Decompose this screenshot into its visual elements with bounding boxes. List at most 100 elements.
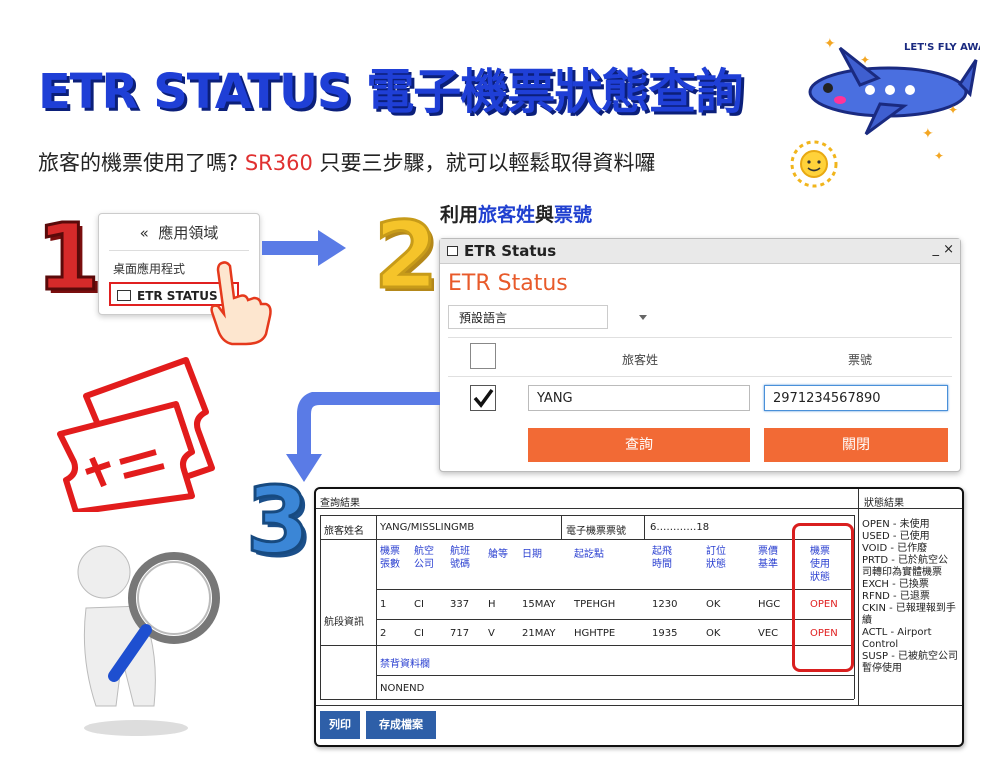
window-controls[interactable]: _ × [932,242,954,257]
legend-item: OPEN - 未使用 [862,519,930,530]
etr-status-window: ETR Status _ × ETR Status 預設語言 旅客姓 票號 YA… [439,238,961,472]
status-legend: OPEN - 未使用 USED - 已使用 VOID - 已作廢 PRTD - … [862,519,958,675]
col-header: 起飛時間 [652,546,672,570]
col-header: 機票張數 [380,546,400,570]
legend-item: PRTD - 已於航空公司轉印為實體機票 [862,555,949,578]
window-icon [117,290,131,301]
query-button[interactable]: 查詢 [528,428,750,462]
row1-booking-status: OK [706,599,721,610]
lead-mid: 與 [535,204,555,226]
menu-header[interactable]: « 應用領域 [99,222,259,243]
col-header: 起訖點 [574,549,604,560]
checkmark-icon [473,388,494,408]
label-status-result: 狀態結果 [864,498,904,509]
divider [320,515,321,699]
row1-airline: CI [414,599,424,610]
status-column-highlight [792,523,854,672]
print-button[interactable]: 列印 [320,711,360,739]
svg-text:✦: ✦ [860,53,870,67]
divider [644,515,645,539]
label-passenger-name: 旅客姓名 [324,526,364,537]
divider [376,589,854,590]
star-icon: ✦ ✦ ✦ ✦ ✦ [824,36,958,163]
col-header: 航空公司 [414,546,434,570]
hand-pointer-icon [210,261,272,346]
step-one-number: 1 [34,204,101,311]
arrow-right-icon [262,230,346,266]
window-title: ETR Status [464,242,557,260]
row1-count: 1 [380,599,387,610]
legend-item: VOID - 已作廢 [862,543,928,554]
endorsement-value: NONEND [380,683,425,694]
legend-item: ACTL - Airport Control [862,627,932,650]
step-two-number: 2 [372,202,439,309]
lead-pre: 利用 [440,204,479,226]
col-header: 票價基準 [758,546,778,570]
row2-route: HGHTPE [574,628,616,639]
row2-fare-basis: VEC [758,628,779,639]
svg-text:✦: ✦ [922,126,934,142]
step2-instruction: 利用旅客姓與票號 [440,200,592,227]
legend-item: SUSP - 已被航空公司暫停使用 [862,651,959,674]
col-header: 日期 [522,549,542,560]
language-select[interactable]: 預設語言 [448,305,647,329]
column-header-ticket: 票號 [848,353,873,367]
passenger-name-value: YANG/MISSLINGMB [380,522,475,533]
close-button[interactable]: 關閉 [764,428,948,462]
col-header: 訂位狀態 [706,546,726,570]
row-checkbox[interactable] [470,385,496,411]
ticket-icon [57,357,215,512]
column-header-surname: 旅客姓 [622,353,659,367]
svg-text:✦: ✦ [948,103,958,117]
row2-class: V [488,628,495,639]
row1-route: TPEHGH [574,599,616,610]
svg-text:✦: ✦ [934,149,944,163]
window-icon [447,246,458,256]
row2-count: 2 [380,628,387,639]
menu-divider [109,250,249,251]
select-all-checkbox[interactable] [470,343,496,369]
divider [320,539,854,540]
legend-item: RFND - 已退票 [862,591,930,602]
surname-input[interactable]: YANG [528,385,750,411]
chevron-down-icon [639,315,647,320]
row2-booking-status: OK [706,628,721,639]
row1-class: H [488,599,496,610]
divider [320,645,854,646]
step-three-number: 3 [244,467,311,574]
legend-item: EXCH - 已換票 [862,579,929,590]
ticket-number-input[interactable]: 2971234567890 [764,385,948,411]
row2-airline: CI [414,628,424,639]
divider [858,489,859,705]
table-header-row [448,337,952,377]
label-endorsement: 禁背資料欄 [380,659,430,670]
row2-flight: 717 [450,628,470,639]
page-subtitle: 旅客的機票使用了嗎? SR360 只要三步驟，就可以輕鬆取得資料囉 [38,147,656,177]
double-chevron-left-icon: « [139,224,149,242]
legend-item: USED - 已使用 [862,531,930,542]
magnifying-glass-icon [77,545,220,736]
label-result: 查詢結果 [320,498,360,509]
save-file-button[interactable]: 存成檔案 [366,711,436,739]
language-select-value: 預設語言 [459,311,508,325]
divider [316,508,858,509]
label-eticket-number: 電子機票票號 [566,526,626,537]
subtitle-code: SR360 [244,151,313,175]
divider [561,515,562,539]
subtitle-post: 只要三步驟，就可以輕鬆取得資料囉 [319,151,656,175]
etr-result-panel: 查詢結果 狀態結果 旅客姓名 YANG/MISSLINGMB 電子機票票號 6…… [314,487,964,747]
row1-date: 15MAY [522,599,556,610]
page-title: ETR STATUS 電子機票狀態查詢 [38,64,743,120]
legend-item: CKIN - 已報理報到手續 [862,603,956,626]
eticket-number-value: 6…………18 [650,522,710,533]
row1-flight: 337 [450,599,470,610]
divider [376,515,377,699]
divider [854,515,855,699]
label-segments: 航段資訊 [324,617,364,628]
form-heading: ETR Status [448,271,568,296]
window-titlebar[interactable]: ETR Status _ × [440,239,960,264]
row1-fare-basis: HGC [758,599,781,610]
menu-item-desktop-apps[interactable]: 桌面應用程式 [113,260,185,277]
divider [376,675,854,676]
divider [376,619,854,620]
